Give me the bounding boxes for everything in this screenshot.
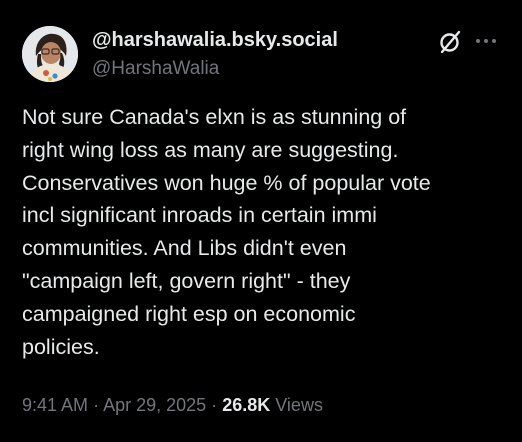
avatar[interactable] [22,26,78,82]
post-text-line: communities. And Libs didn't even [22,236,347,261]
views-count: 26.8K [222,395,271,415]
more-options-icon[interactable] [474,30,498,52]
post-date[interactable]: Apr 29, 2025 [103,395,206,415]
grok-icon[interactable] [437,29,463,55]
post-text-line: Not sure Canada's elxn is as stunning of [22,105,407,129]
post-text-line: "campaign left, govern right" - they [22,268,351,293]
post-text-line: incl significant inroads in certain immi [22,203,377,228]
post-meta: 9:41 AM · Apr 29, 2025 · 26.8K Views [22,395,323,416]
post-card: @harshawalia.bsky.social @HarshaWalia No… [0,0,522,442]
post-text: Not sure Canada's elxn is as stunning of… [22,101,502,363]
views-label: Views [275,395,323,415]
user-handle[interactable]: @HarshaWalia [92,58,219,80]
meta-separator: · [211,395,218,415]
post-text-line: Conservatives won huge % of popular vote [22,170,431,195]
post-text-line: campaigned right esp on economic [22,301,356,326]
post-text-line: policies. [22,334,100,359]
post-time[interactable]: 9:41 AM [22,395,88,415]
profile-photo [22,26,78,82]
meta-separator: · [93,395,100,415]
display-name[interactable]: @harshawalia.bsky.social [92,29,338,52]
post-text-line: right wing loss as many are suggesting. [22,137,399,162]
